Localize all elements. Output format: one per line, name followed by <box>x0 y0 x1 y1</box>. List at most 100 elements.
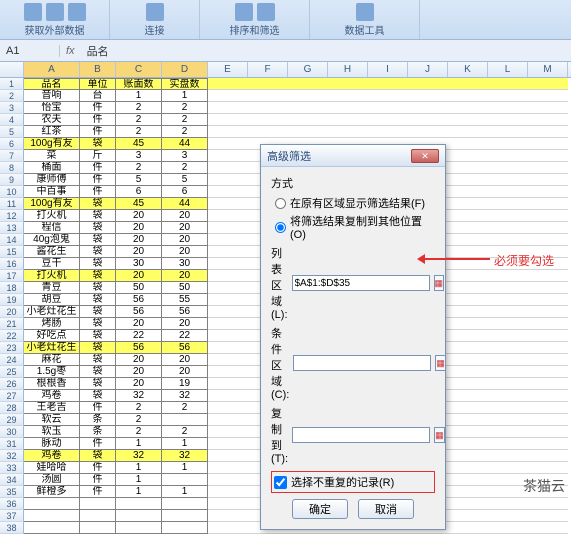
cell[interactable]: 袋 <box>80 210 116 222</box>
cell[interactable]: 豆干 <box>24 258 80 270</box>
cell[interactable]: 条 <box>80 414 116 426</box>
cell[interactable]: 鸡卷 <box>24 450 80 462</box>
row-header[interactable]: 24 <box>0 354 24 366</box>
cell[interactable]: 100g有友 <box>24 198 80 210</box>
cell[interactable]: 怡宝 <box>24 102 80 114</box>
row-header[interactable]: 10 <box>0 186 24 198</box>
cell[interactable] <box>162 510 208 522</box>
cell[interactable]: 件 <box>80 402 116 414</box>
cell[interactable]: 烤肠 <box>24 318 80 330</box>
cell[interactable]: 袋 <box>80 318 116 330</box>
table-row[interactable]: 4农夫件22 <box>0 114 571 126</box>
cell[interactable]: 6 <box>116 186 162 198</box>
ribbon-group-sort-filter[interactable]: 排序和筛选 <box>200 0 310 39</box>
row-header[interactable]: 23 <box>0 342 24 354</box>
cell[interactable]: 50 <box>162 282 208 294</box>
cell[interactable]: 音响 <box>24 90 80 102</box>
cell[interactable]: 2 <box>162 402 208 414</box>
cell[interactable]: 5 <box>162 174 208 186</box>
criteria-range-input[interactable] <box>293 355 431 371</box>
cell[interactable]: 20 <box>162 366 208 378</box>
cell[interactable]: 件 <box>80 486 116 498</box>
row-header[interactable]: 33 <box>0 462 24 474</box>
cell[interactable]: 20 <box>116 234 162 246</box>
row-header[interactable]: 14 <box>0 234 24 246</box>
row-header[interactable]: 37 <box>0 510 24 522</box>
cell[interactable]: 袋 <box>80 390 116 402</box>
cell[interactable]: 20 <box>116 366 162 378</box>
cell[interactable]: 20 <box>162 270 208 282</box>
cell[interactable]: 100g有友 <box>24 138 80 150</box>
cell[interactable]: 康师傅 <box>24 174 80 186</box>
cell[interactable]: 32 <box>162 450 208 462</box>
cell[interactable]: 19 <box>162 378 208 390</box>
cell[interactable]: 20 <box>116 378 162 390</box>
cell[interactable]: 袋 <box>80 198 116 210</box>
cell[interactable]: 袋 <box>80 354 116 366</box>
col-header-J[interactable]: J <box>408 62 448 77</box>
col-header-D[interactable]: D <box>162 62 208 77</box>
row-header[interactable]: 20 <box>0 306 24 318</box>
cell[interactable]: 20 <box>162 246 208 258</box>
cell[interactable]: 件 <box>80 102 116 114</box>
cell-empty[interactable] <box>208 126 568 138</box>
row-header[interactable]: 32 <box>0 450 24 462</box>
row-header[interactable]: 21 <box>0 318 24 330</box>
cell[interactable]: 件 <box>80 438 116 450</box>
row-header[interactable]: 5 <box>0 126 24 138</box>
cell[interactable]: 袋 <box>80 222 116 234</box>
cell[interactable]: 2 <box>116 126 162 138</box>
cell[interactable]: 根根香 <box>24 378 80 390</box>
cell[interactable]: 王老吉 <box>24 402 80 414</box>
range-picker-icon[interactable]: ▦ <box>434 427 445 443</box>
cell[interactable]: 娃哈哈 <box>24 462 80 474</box>
cell[interactable]: 56 <box>116 342 162 354</box>
cell[interactable]: 1 <box>162 90 208 102</box>
cell[interactable]: 32 <box>116 450 162 462</box>
cell[interactable]: 50 <box>116 282 162 294</box>
cell[interactable]: 2 <box>116 426 162 438</box>
cell[interactable] <box>80 522 116 534</box>
row-header[interactable]: 1 <box>0 78 24 90</box>
cell[interactable]: 45 <box>116 138 162 150</box>
fx-icon[interactable]: fx <box>60 45 81 57</box>
cell[interactable]: 2 <box>116 162 162 174</box>
cell[interactable]: 农夫 <box>24 114 80 126</box>
cell[interactable]: 32 <box>116 390 162 402</box>
row-header[interactable]: 9 <box>0 174 24 186</box>
cell[interactable]: 1 <box>116 438 162 450</box>
cell[interactable]: 袋 <box>80 258 116 270</box>
cell[interactable]: 鸡卷 <box>24 390 80 402</box>
radio-filter-in-place[interactable]: 在原有区域显示筛选结果(F) <box>275 195 435 211</box>
radio-input[interactable] <box>275 198 286 209</box>
cell[interactable]: 56 <box>162 306 208 318</box>
cell[interactable]: 条 <box>80 426 116 438</box>
cell[interactable]: 软云 <box>24 414 80 426</box>
cell[interactable]: 20 <box>116 246 162 258</box>
cell[interactable]: 2 <box>162 102 208 114</box>
cell[interactable]: 菜 <box>24 150 80 162</box>
table-row[interactable]: 5红茶件22 <box>0 126 571 138</box>
row-header[interactable]: 8 <box>0 162 24 174</box>
cell[interactable]: 软玉 <box>24 426 80 438</box>
cell[interactable] <box>116 522 162 534</box>
row-header[interactable]: 6 <box>0 138 24 150</box>
cell[interactable]: 件 <box>80 462 116 474</box>
cell[interactable] <box>162 414 208 426</box>
row-header[interactable]: 29 <box>0 414 24 426</box>
range-picker-icon[interactable]: ▦ <box>435 355 446 371</box>
cell[interactable]: 中百事 <box>24 186 80 198</box>
cell[interactable]: 2 <box>116 102 162 114</box>
cell[interactable]: 袋 <box>80 342 116 354</box>
cell[interactable]: 小老灶花生 <box>24 342 80 354</box>
cell[interactable]: 3 <box>116 150 162 162</box>
cell-empty[interactable] <box>208 78 568 90</box>
col-header-F[interactable]: F <box>248 62 288 77</box>
cell[interactable]: 3 <box>162 150 208 162</box>
row-header[interactable]: 28 <box>0 402 24 414</box>
select-all-corner[interactable] <box>0 62 24 77</box>
row-header[interactable]: 38 <box>0 522 24 534</box>
cell[interactable]: 2 <box>116 414 162 426</box>
cell[interactable]: 20 <box>116 354 162 366</box>
row-header[interactable]: 7 <box>0 150 24 162</box>
